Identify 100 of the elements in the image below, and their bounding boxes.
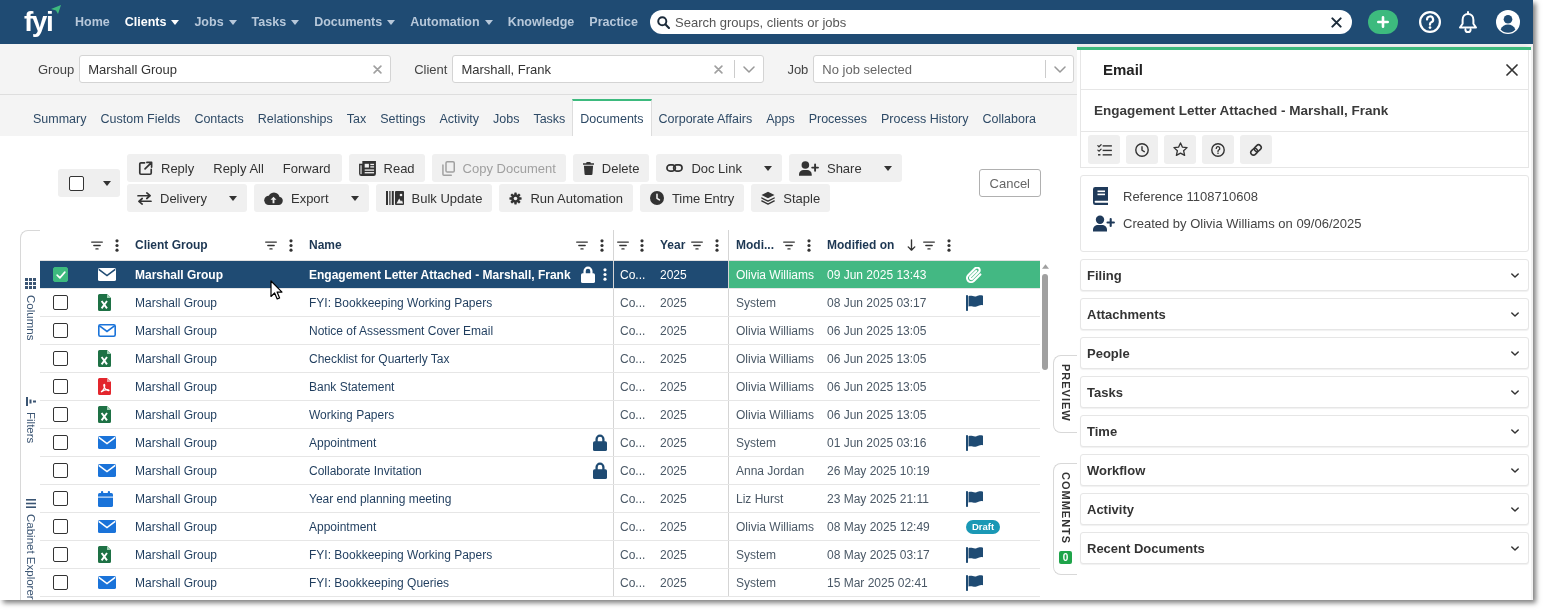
tab[interactable]: Process History: [874, 99, 976, 136]
nav-link[interactable]: Clients: [124, 15, 180, 29]
toolbar-button[interactable]: Bulk Update: [375, 184, 493, 212]
document-name[interactable]: Appointment: [309, 435, 377, 450]
more-icon[interactable]: [115, 238, 119, 252]
more-icon[interactable]: [807, 238, 811, 252]
bell-icon[interactable]: [1458, 11, 1478, 33]
document-name[interactable]: Appointment: [309, 519, 377, 534]
accordion-section[interactable]: Recent Documents: [1080, 532, 1529, 564]
column-header[interactable]: Modi...: [736, 238, 774, 252]
toolbar-button[interactable]: Delivery: [127, 184, 247, 212]
close-icon[interactable]: [1506, 63, 1518, 76]
accordion-section[interactable]: Workflow: [1080, 454, 1529, 486]
filter-icon[interactable]: [617, 240, 629, 250]
filter-icon[interactable]: [91, 240, 103, 250]
filter-icon[interactable]: [691, 240, 703, 250]
document-name[interactable]: Engagement Letter Attached - Marshall, Frank: [309, 267, 571, 282]
tab[interactable]: Settings: [373, 99, 433, 136]
more-icon[interactable]: [715, 238, 719, 252]
help-icon[interactable]: [1419, 11, 1441, 33]
select-field[interactable]: No job selected: [813, 55, 1075, 83]
toolbar-button[interactable]: Time Entry: [639, 184, 745, 212]
accordion-section[interactable]: Filing: [1080, 259, 1529, 291]
table-row[interactable]: Marshall Group Engagement Letter Attached - Marshall, Frank Co... 2025 Olivia Williams 09 Jun 2025 13:43: [40, 261, 1040, 289]
document-name[interactable]: FYI: Bookkeeping Working Papers: [309, 295, 493, 310]
icon-button[interactable]: [1088, 135, 1120, 164]
document-name[interactable]: Collaborate Invitation: [309, 463, 422, 478]
nav-link[interactable]: Home: [75, 15, 110, 29]
select-field[interactable]: Marshall, Frank: [452, 55, 765, 83]
more-icon[interactable]: [947, 238, 951, 252]
table-row[interactable]: Marshall Group FYI: Bookkeeping Working Papers Co... 2025 System 08 May 2025 03:17: [40, 541, 1040, 569]
toolbar-button[interactable]: Forward: [282, 154, 331, 182]
scroll-up-arrow-icon[interactable]: [1041, 264, 1049, 269]
document-name[interactable]: Checklist for Quarterly Tax: [309, 351, 450, 366]
nav-link[interactable]: Documents: [314, 15, 396, 29]
filter-icon[interactable]: [576, 240, 588, 250]
nav-link[interactable]: Automation: [410, 15, 493, 29]
document-name[interactable]: FYI: Bookkeeping Working Papers: [309, 547, 493, 562]
row-checkbox[interactable]: [53, 351, 68, 366]
nav-link[interactable]: Practice: [589, 15, 638, 29]
more-icon[interactable]: [289, 238, 293, 252]
row-checkbox[interactable]: [53, 323, 68, 338]
toolbar-button[interactable]: Reply: [138, 154, 195, 182]
accordion-section[interactable]: Tasks: [1080, 376, 1529, 408]
toolbar-button[interactable]: Share: [788, 154, 902, 182]
accordion-section[interactable]: Activity: [1080, 493, 1529, 525]
more-icon[interactable]: [603, 268, 607, 281]
document-name[interactable]: Year end planning meeting: [309, 491, 452, 506]
column-header[interactable]: Client Group: [135, 238, 208, 252]
nav-link[interactable]: Jobs: [194, 15, 237, 29]
table-row[interactable]: Marshall Group Checklist for Quarterly Tax Co... 2025 Olivia Williams 06 Jun 2025 13:05: [40, 345, 1040, 373]
row-checkbox[interactable]: [53, 575, 68, 590]
document-name[interactable]: Notice of Assessment Cover Email: [309, 323, 494, 338]
search-field[interactable]: Search groups, clients or jobs: [650, 10, 1352, 34]
icon-button[interactable]: [1126, 135, 1158, 164]
tab[interactable]: Activity: [432, 99, 486, 136]
clear-icon[interactable]: [1331, 16, 1342, 28]
tab[interactable]: Documents: [572, 99, 652, 136]
document-name[interactable]: Working Papers: [309, 407, 395, 422]
tab[interactable]: Summary: [26, 99, 94, 136]
side-tab[interactable]: Filters: [24, 396, 37, 443]
tab[interactable]: Apps: [759, 99, 802, 136]
column-header[interactable]: Year: [660, 238, 686, 252]
toolbar-button[interactable]: Export: [253, 184, 369, 212]
row-checkbox[interactable]: [53, 267, 68, 282]
row-checkbox[interactable]: [53, 463, 68, 478]
tab[interactable]: Collabora: [975, 99, 1044, 136]
side-tab[interactable]: COMMENTS 0: [1053, 462, 1077, 575]
table-row[interactable]: Marshall Group Year end planning meeting Co... 2025 Liz Hurst 23 May 2025 21:11: [40, 485, 1040, 513]
tab[interactable]: Relationships: [250, 99, 340, 136]
accordion-section[interactable]: People: [1080, 337, 1529, 369]
tab[interactable]: Tasks: [526, 99, 573, 136]
tab[interactable]: Custom Fields: [93, 99, 188, 136]
row-checkbox[interactable]: [53, 379, 68, 394]
select-all-dropdown[interactable]: [58, 169, 120, 197]
table-row[interactable]: Marshall Group Collaborate Invitation Co... 2025 Anna Jordan 26 May 2025 10:19: [40, 457, 1040, 485]
document-name[interactable]: Bank Statement: [309, 379, 395, 394]
row-checkbox[interactable]: [53, 407, 68, 422]
table-row[interactable]: Marshall Group Notice of Assessment Cover Email Co... 2025 Olivia Williams 06 Jun 2025 13:05: [40, 317, 1040, 345]
table-row[interactable]: Marshall Group Appointment Co... 2025 System 01 Jun 2025 03:16: [40, 429, 1040, 457]
toolbar-button[interactable]: Run Automation: [499, 184, 633, 212]
more-icon[interactable]: [600, 238, 604, 252]
user-avatar-icon[interactable]: [1496, 10, 1520, 34]
checkbox[interactable]: [69, 175, 84, 191]
tab[interactable]: Tax: [339, 99, 374, 136]
toolbar-button[interactable]: Delete: [572, 154, 650, 182]
tab[interactable]: Jobs: [486, 99, 527, 136]
side-tab[interactable]: Columns: [24, 278, 37, 341]
toolbar-button[interactable]: Read: [348, 154, 425, 182]
row-checkbox[interactable]: [53, 295, 68, 310]
accordion-section[interactable]: Attachments: [1080, 298, 1529, 330]
nav-link[interactable]: Tasks: [251, 15, 300, 29]
tab[interactable]: Corporate Affairs: [651, 99, 760, 136]
column-header[interactable]: Modified on: [827, 238, 895, 252]
app-logo[interactable]: fyi: [24, 8, 53, 36]
row-checkbox[interactable]: [53, 491, 68, 506]
side-tab[interactable]: PREVIEW: [1053, 355, 1077, 433]
toolbar-button[interactable]: Doc Link: [656, 154, 782, 182]
filter-icon[interactable]: [783, 240, 795, 250]
filter-icon[interactable]: [265, 240, 277, 250]
